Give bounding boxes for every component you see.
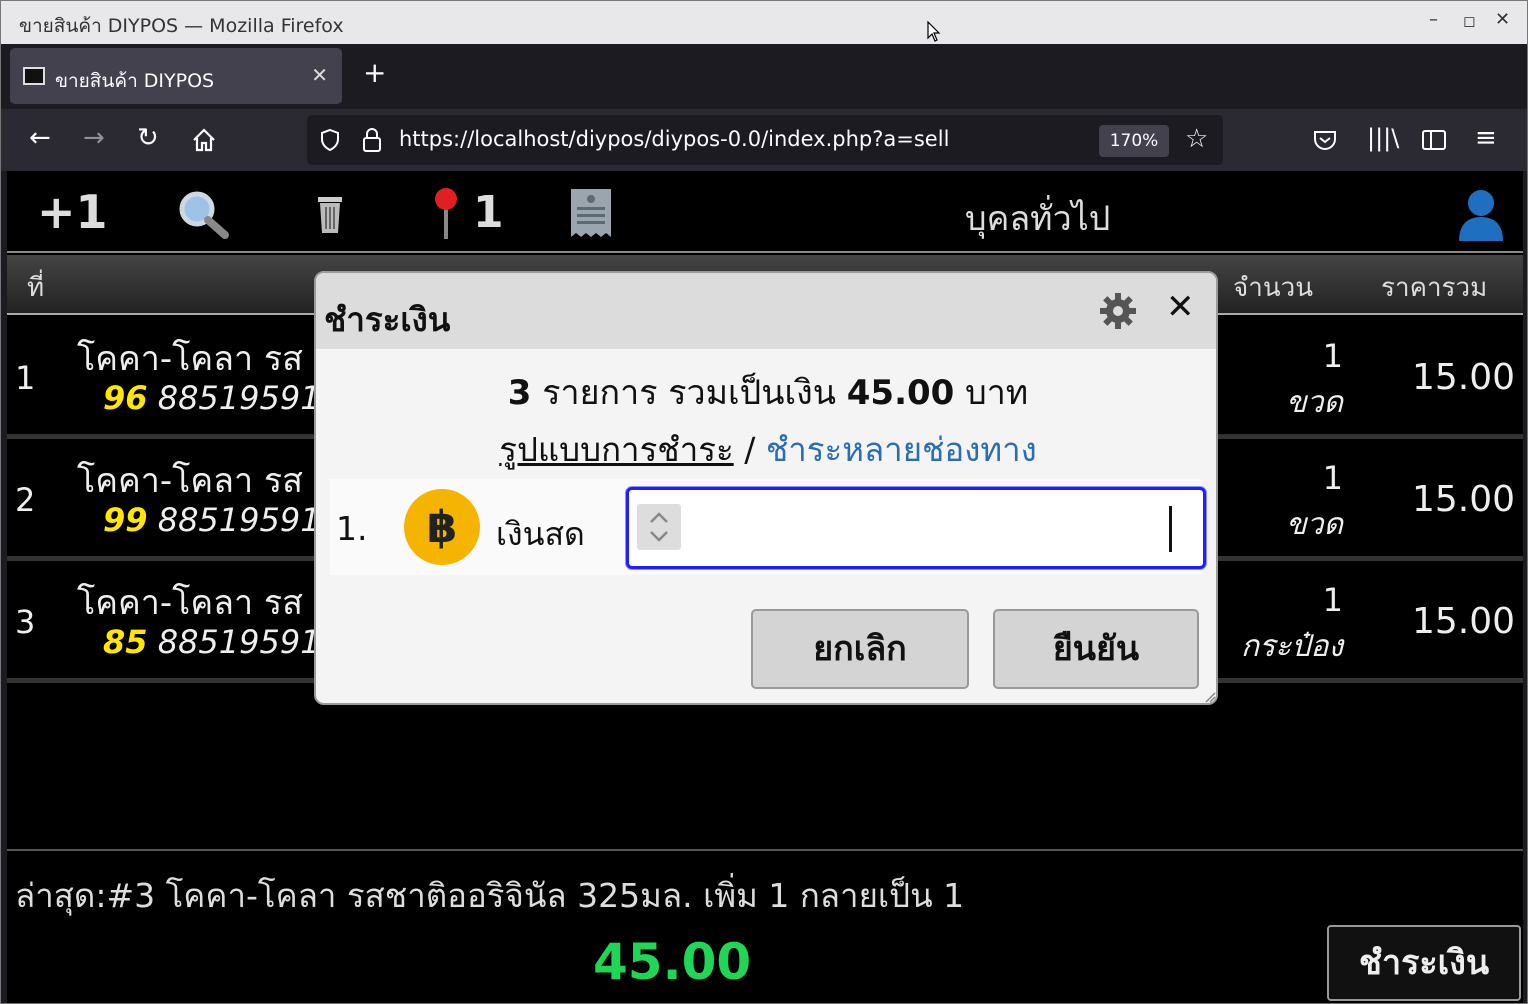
- last-action-text: ล่าสุด:#3 โคคา-โคลา รสชาติออริจินัล 325ม…: [15, 876, 965, 915]
- row-qty[interactable]: 1: [1323, 337, 1343, 375]
- pin-count: 1: [473, 187, 504, 238]
- browser-tab[interactable]: ขายสินค้า DIYPOS ✕: [10, 48, 342, 104]
- multi-channel-link[interactable]: ชำระหลายช่องทาง: [766, 430, 1037, 469]
- tab-strip: ขายสินค้า DIYPOS ✕ +: [1, 44, 1527, 109]
- amount-stepper[interactable]: [637, 504, 681, 550]
- home-icon[interactable]: [191, 127, 217, 153]
- pocket-icon[interactable]: [1313, 129, 1337, 151]
- forward-icon[interactable]: →: [83, 123, 105, 153]
- row-qty[interactable]: 1: [1323, 459, 1343, 497]
- summary-amount: 45.00: [846, 373, 955, 413]
- row-product-name: โคคา-โคลา รส: [77, 461, 303, 501]
- user-icon[interactable]: [1455, 187, 1507, 241]
- header-total: ราคารวม: [1381, 273, 1488, 303]
- row-unit: ขวด: [1286, 385, 1343, 420]
- maximize-icon[interactable]: ◻: [1463, 12, 1475, 30]
- url-bar[interactable]: https://localhost/diypos/diypos-0.0/inde…: [307, 115, 1223, 165]
- row-stock: 85: [103, 623, 148, 661]
- shield-icon[interactable]: [319, 128, 341, 152]
- row-qty[interactable]: 1: [1323, 581, 1343, 619]
- pay-button[interactable]: ชำระเงิน: [1327, 925, 1521, 1001]
- lock-icon[interactable]: [361, 127, 383, 153]
- zoom-badge[interactable]: 170%: [1099, 125, 1169, 157]
- menu-icon[interactable]: ≡: [1475, 123, 1497, 153]
- row-barcode: 88519591: [157, 379, 321, 417]
- text-caret: [1169, 506, 1172, 552]
- row-price: 15.00: [1411, 479, 1515, 520]
- header-no: ที่: [27, 273, 45, 303]
- receipt-icon[interactable]: [569, 187, 613, 239]
- row-no: 1: [15, 359, 36, 397]
- sidebar-icon[interactable]: [1421, 129, 1447, 151]
- pos-toolbar: +1 1 บุคลทั่วไป: [7, 171, 1523, 253]
- summary-currency: บาท: [965, 373, 1029, 413]
- window-close-icon[interactable]: ✕: [1495, 9, 1510, 30]
- payment-method-link[interactable]: รูปแบบการชำระ: [499, 430, 733, 469]
- add-one-button[interactable]: +1: [37, 185, 108, 239]
- cash-amount-input[interactable]: [626, 487, 1206, 569]
- payment-summary: 3 รายการ รวมเป็นเงิน 45.00 บาท: [316, 365, 1216, 419]
- pos-footer: ล่าสุด:#3 โคคา-โคลา รสชาติออริจินัล 325ม…: [7, 849, 1523, 1003]
- payment-dialog: ชำระเงิน ✕ 3 รายการ รวมเป็นเงิน 45.00 บา…: [314, 271, 1218, 705]
- payment-method-name: เงินสด: [496, 515, 585, 553]
- payment-method-links: รูปแบบการชำระ / ชำระหลายช่องทาง: [316, 423, 1216, 476]
- close-icon[interactable]: ✕: [1166, 287, 1195, 327]
- url-text: https://localhost/diypos/diypos-0.0/inde…: [399, 127, 950, 151]
- stepper-chevron-icon: [650, 512, 668, 542]
- resize-grip-icon[interactable]: [1204, 691, 1216, 703]
- library-icon[interactable]: |||\: [1367, 123, 1399, 153]
- row-no: 3: [15, 603, 36, 641]
- tab-title: ขายสินค้า DIYPOS: [55, 70, 215, 92]
- payment-index: 1.: [336, 509, 368, 548]
- window-titlebar: ขายสินค้า DIYPOS — Mozilla Firefox – ◻ ✕: [1, 1, 1527, 44]
- reload-icon[interactable]: ↻: [137, 123, 159, 153]
- row-product-name: โคคา-โคลา รส: [77, 339, 303, 379]
- tab-close-icon[interactable]: ✕: [311, 63, 328, 87]
- header-qty: จำนวน: [1233, 273, 1313, 303]
- row-product-name: โคคา-โคลา รส: [77, 583, 303, 623]
- payment-row: 1. ฿ เงินสด: [330, 479, 1206, 575]
- baht-icon: ฿: [404, 489, 480, 565]
- row-price: 15.00: [1411, 357, 1515, 398]
- row-barcode: 88519591: [157, 501, 321, 539]
- row-barcode: 88519591: [157, 623, 321, 661]
- back-icon[interactable]: ←: [29, 123, 51, 153]
- item-count: 3: [507, 373, 532, 413]
- new-tab-icon[interactable]: +: [363, 59, 386, 87]
- trash-icon[interactable]: [315, 193, 345, 235]
- gear-icon[interactable]: [1098, 291, 1138, 331]
- dialog-header: ชำระเงิน ✕: [316, 273, 1216, 349]
- summary-text: รายการ รวมเป็นเงิน: [542, 373, 836, 413]
- star-icon[interactable]: ☆: [1185, 124, 1208, 154]
- customer-name[interactable]: บุคลทั่วไป: [965, 191, 1110, 245]
- grand-total: 45.00: [593, 933, 752, 991]
- link-separator: /: [744, 430, 756, 469]
- cancel-button[interactable]: ยกเลิก: [751, 609, 969, 689]
- confirm-button[interactable]: ยืนยัน: [993, 609, 1199, 689]
- browser-window: ขายสินค้า DIYPOS — Mozilla Firefox – ◻ ✕…: [0, 0, 1528, 1004]
- svg-text:฿: ฿: [427, 502, 458, 553]
- dialog-title: ชำระเงิน: [324, 300, 451, 339]
- row-price: 15.00: [1411, 601, 1515, 642]
- monitor-icon: [23, 67, 45, 85]
- row-unit: ขวด: [1286, 507, 1343, 542]
- row-no: 2: [15, 481, 36, 519]
- nav-bar: ← → ↻ https://localhost/diypos/diypos-0.…: [1, 109, 1527, 171]
- minimize-icon[interactable]: –: [1429, 9, 1438, 30]
- pin-icon[interactable]: [431, 185, 461, 241]
- pointer-icon: [927, 21, 941, 42]
- row-stock: 99: [103, 501, 148, 539]
- window-title: ขายสินค้า DIYPOS — Mozilla Firefox: [19, 15, 344, 37]
- row-stock: 96: [103, 379, 148, 417]
- row-unit: กระป๋อง: [1240, 629, 1343, 664]
- search-icon[interactable]: [175, 189, 231, 239]
